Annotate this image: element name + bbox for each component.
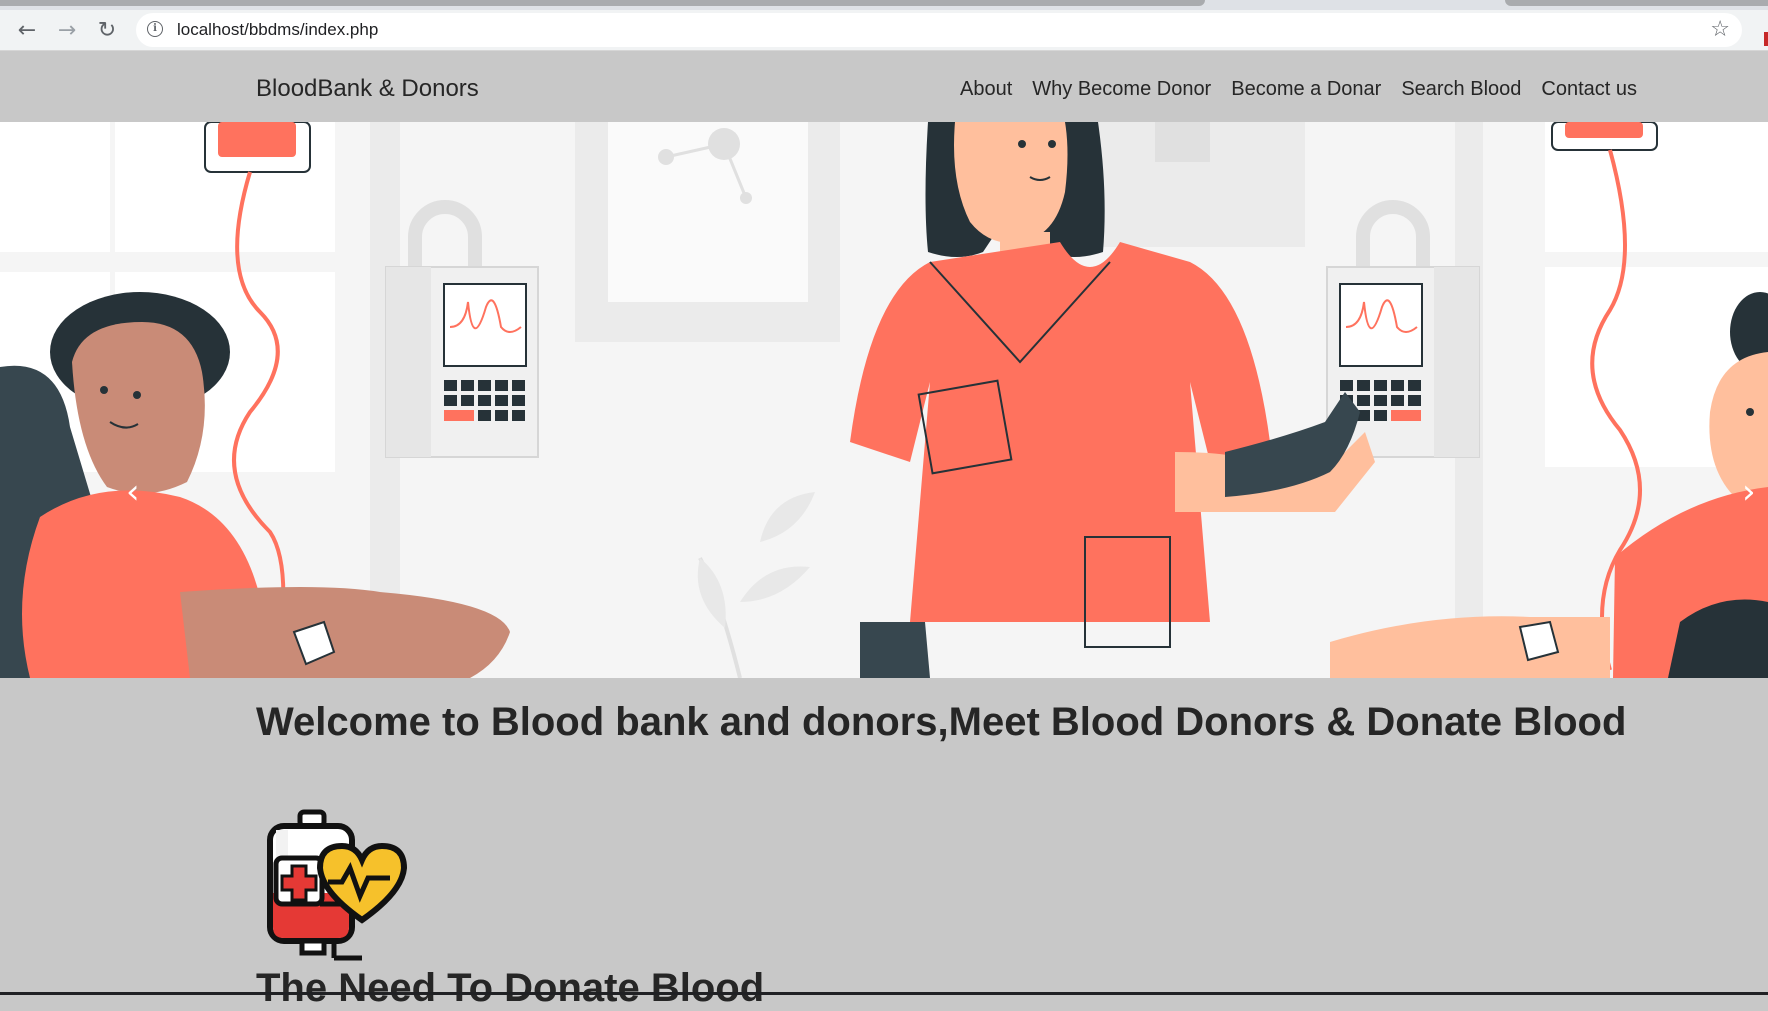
- nav-search-blood[interactable]: Search Blood: [1401, 78, 1521, 101]
- brand-logo[interactable]: BloodBank & Donors: [256, 51, 479, 127]
- carousel-prev-icon[interactable]: ‹: [126, 472, 140, 512]
- tab-strip: [0, 0, 1768, 10]
- active-tab[interactable]: [0, 0, 1205, 6]
- site-navbar: BloodBank & Donors About Why Become Dono…: [0, 51, 1768, 122]
- section-title: The Need To Donate Blood: [256, 966, 765, 1010]
- nav-become-a-donar[interactable]: Become a Donar: [1231, 78, 1381, 101]
- blood-bag-heart-icon: [267, 809, 408, 961]
- blood-donation-illustration: [0, 122, 1768, 678]
- nav-contact-us[interactable]: Contact us: [1541, 78, 1637, 101]
- arrow-left-icon[interactable]: ←: [13, 16, 41, 44]
- star-icon[interactable]: ☆: [1710, 13, 1730, 47]
- reload-icon[interactable]: ↻: [93, 16, 121, 44]
- inactive-tab[interactable]: [1505, 0, 1768, 6]
- welcome-heading: Welcome to Blood bank and donors,Meet Bl…: [256, 700, 1627, 744]
- arrow-right-icon[interactable]: →: [53, 16, 81, 44]
- info-icon[interactable]: i: [147, 21, 163, 37]
- carousel-next-icon[interactable]: ›: [1742, 472, 1756, 512]
- hero-carousel: ‹ ›: [0, 122, 1768, 678]
- address-bar[interactable]: i localhost/bbdms/index.php ☆: [136, 13, 1742, 47]
- nav-about[interactable]: About: [960, 78, 1012, 101]
- browser-toolbar: ← → ↻ i localhost/bbdms/index.php ☆: [0, 10, 1768, 51]
- main-menu: About Why Become Donor Become a Donar Se…: [960, 51, 1657, 127]
- extension-icon[interactable]: [1764, 32, 1768, 46]
- nav-why-become-donor[interactable]: Why Become Donor: [1032, 78, 1211, 101]
- url-text[interactable]: localhost/bbdms/index.php: [177, 13, 378, 47]
